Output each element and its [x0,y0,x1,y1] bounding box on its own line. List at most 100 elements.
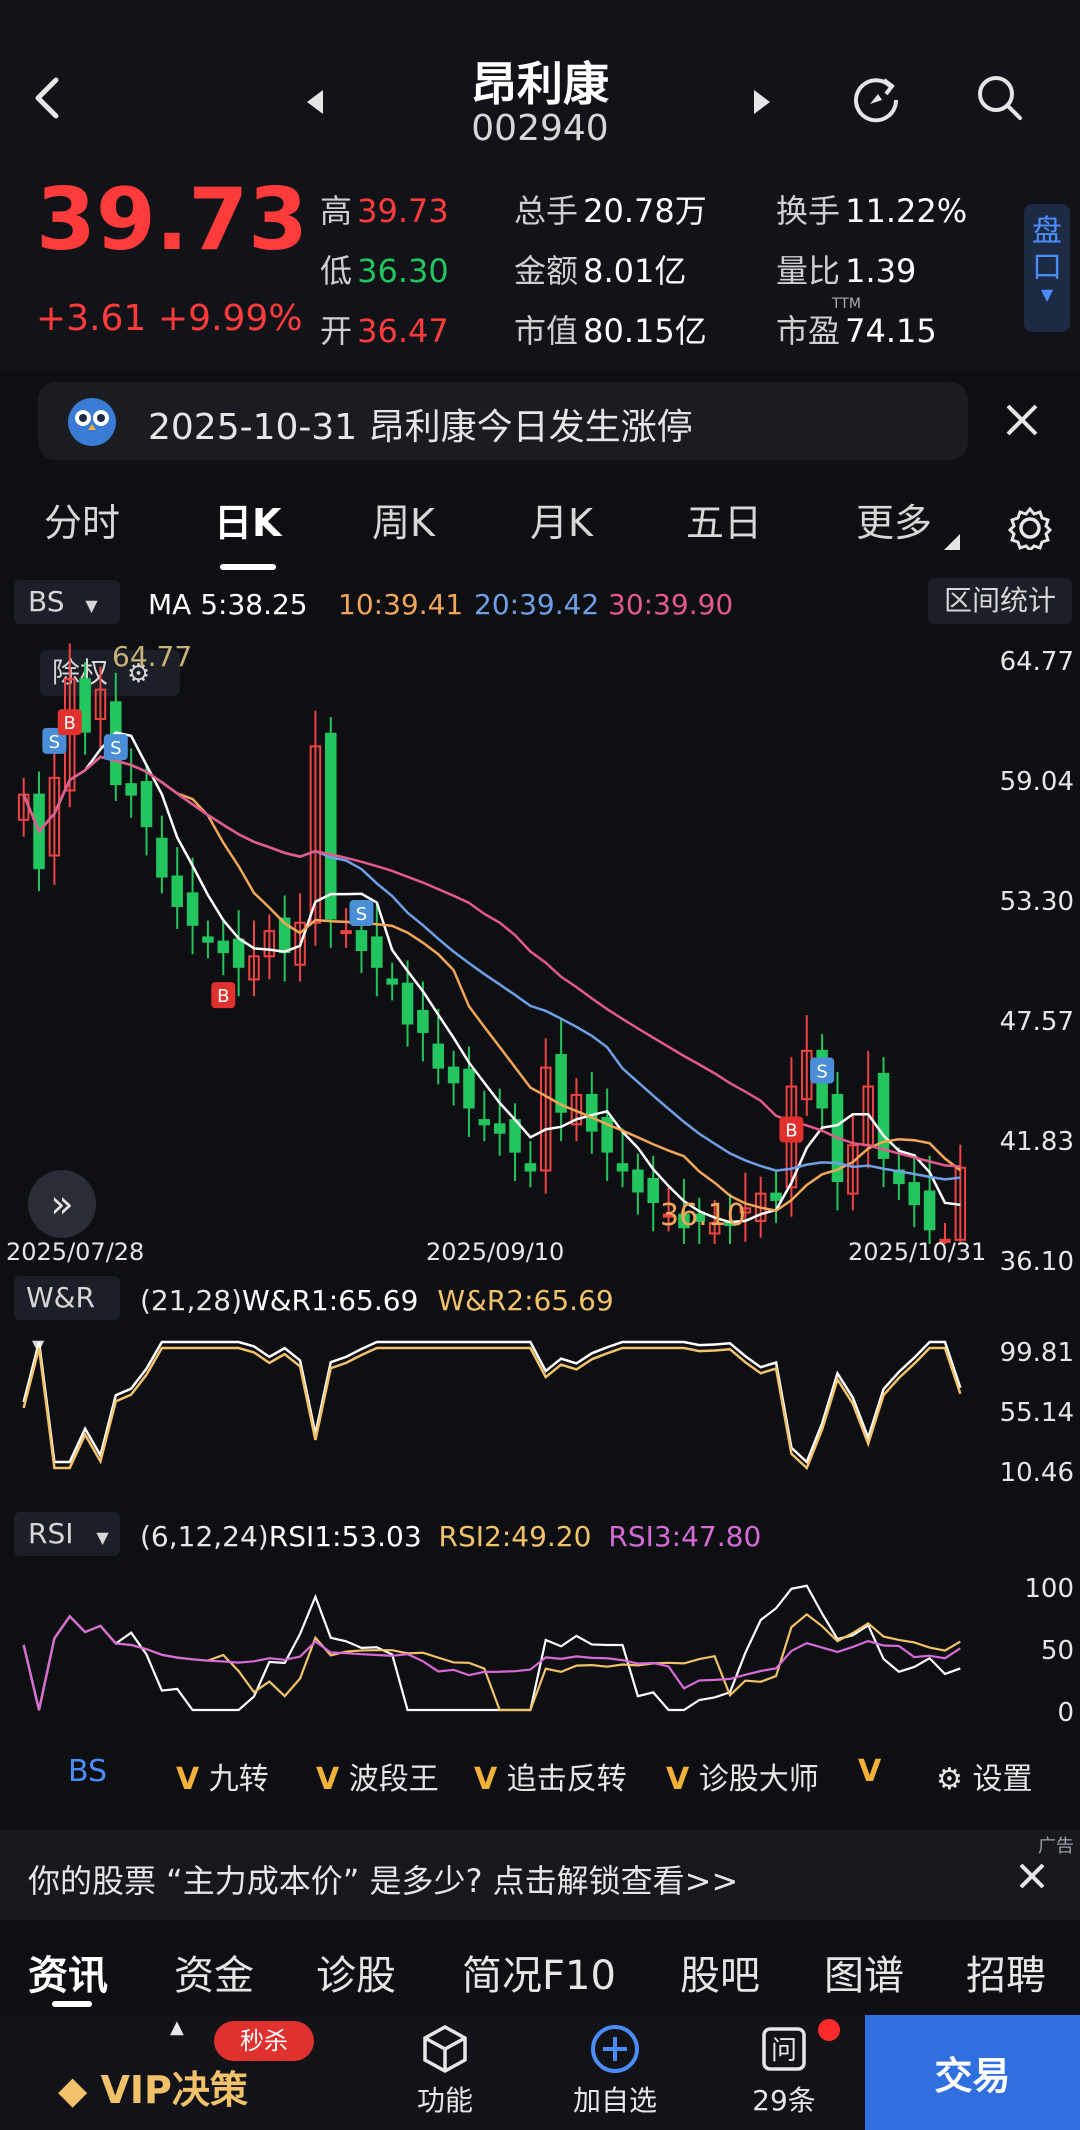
ytick: 47.57 [999,1007,1074,1037]
rsi-selector[interactable]: RSI ▼ [14,1512,120,1556]
tab-more[interactable]: 更多 [856,492,932,547]
order-book-caret-icon: ▼ [1040,285,1054,304]
trade-button[interactable]: 交易 [865,2015,1080,2130]
candle-body [877,1072,890,1159]
gear-icon[interactable] [1008,506,1052,550]
tab-daily-k[interactable]: 日K [214,492,281,547]
wr-params: (21,28)W&R1:65.69 W&R2:65.69 [140,1284,614,1317]
tab-five-day[interactable]: 五日 [686,492,762,547]
search-icon[interactable] [974,72,1026,124]
high-label: 高 [320,192,353,230]
wr-selector[interactable]: W&R ▼ [14,1276,120,1355]
candle-body [401,982,414,1025]
stock-name: 昂利康 [471,57,609,111]
tab-forum[interactable]: 股吧 [680,1943,760,2001]
main-yaxis: 64.77 59.04 53.30 47.57 41.83 36.10 [1000,642,1074,1282]
refresh-icon[interactable] [850,72,902,124]
feature-bs[interactable]: BS [68,1754,107,1789]
tab-funds[interactable]: 资金 [174,1943,254,2001]
candle-body [647,1177,659,1204]
close-ad-icon[interactable] [1018,1862,1046,1890]
candle-body [217,940,230,954]
feature-jiuzhuan[interactable]: V 九转 [176,1754,269,1798]
bottom-bar: 秒杀 ▲ ◆ VIP决策 功能 加自选 问 29条 交易 [0,2015,1080,2130]
last-price: 39.73 [36,170,309,270]
wr-selector-label: W&R [26,1281,95,1314]
tab-jobs[interactable]: 招聘 [966,1943,1046,2001]
close-notice-icon[interactable] [1004,402,1040,438]
svg-text:B: B [64,713,76,734]
ytick: 36.10 [999,1247,1074,1277]
tab-weekly-k[interactable]: 周K [372,492,435,547]
vip-button[interactable]: ◆ VIP决策 [58,2059,248,2114]
svg-text:B: B [217,986,229,1007]
tab-monthly-k[interactable]: 月K [530,492,593,547]
v-icon: V [474,1762,498,1797]
ma10-legend: 10:39.41 [338,588,464,621]
wr-chart [22,1340,962,1471]
expand-icon[interactable]: » [28,1170,96,1238]
ma5-line [22,731,961,1224]
ma10-line [22,755,962,1212]
pe-label: 市盈 [776,312,841,350]
v-icon[interactable]: V [858,1754,881,1789]
feature-zhengu-label: 诊股大师 [698,1762,819,1797]
vip-caret-icon: ▲ [170,2017,184,2038]
ytick: 100 [1024,1574,1074,1604]
candle-body [325,732,337,920]
wr1-line [22,1340,962,1465]
next-stock-icon[interactable] [752,88,772,116]
tab-news[interactable]: 资讯 [28,1943,108,2001]
feature-settings[interactable]: ⚙ 设置 [936,1754,1032,1798]
tab-diagnose[interactable]: 诊股 [316,1943,396,2001]
open-value: 36.47 [357,312,449,350]
feature-zhuiji[interactable]: V 追击反转 [474,1754,627,1798]
svg-text:S: S [356,904,367,925]
bs-selector[interactable]: BS ▼ [14,580,120,624]
pe-ttm-label: TTM [832,296,861,312]
candle-body [616,1163,629,1172]
low-value: 36.30 [357,252,449,290]
mcap-label: 市值 [514,312,579,350]
volume-ratio-value: 1.39 [845,252,917,290]
price-change-pct: +9.99% [158,298,303,339]
feature-zhengu[interactable]: V 诊股大师 [666,1754,819,1798]
candle-body [586,1093,598,1132]
candle-body [140,781,153,828]
candle-body [186,892,199,926]
candle-body [371,936,383,968]
ad-banner[interactable]: 广告 你的股票 “主力成本价” 是多少? 点击解锁查看>> [0,1830,1080,1920]
add-watchlist-button[interactable]: 加自选 [560,2023,670,2119]
tab-f10[interactable]: 简况F10 [462,1943,616,2001]
candle-body [232,938,245,968]
feature-settings-label: 设置 [972,1762,1033,1797]
ad-tag: 广告 [1038,1836,1074,1857]
sell-signal: S [103,734,128,761]
ytick: 64.77 [999,647,1074,677]
wr2-line [22,1346,962,1471]
feature-boduanwang-label: 波段王 [348,1762,439,1797]
feature-zhuiji-label: 追击反转 [506,1762,627,1797]
candle-body [770,1192,782,1201]
candle-body [386,978,398,985]
limit-up-notice[interactable]: 2025-10-31 昂利康今日发生涨停 [38,382,968,460]
candle-body [463,1068,475,1109]
range-stats-button[interactable]: 区间统计 [928,578,1072,624]
tab-graph[interactable]: 图谱 [824,1943,904,2001]
flash-sale-badge[interactable]: 秒杀 [214,2021,314,2061]
chart-area: BS ▼ MA 5:38.25 10:39.41 20:39.42 30:39.… [0,572,1080,1752]
function-button[interactable]: 功能 [400,2023,490,2119]
rsi-params-text: (6,12,24) [140,1520,269,1553]
ask-button[interactable]: 问 29条 [734,2023,834,2119]
ytick: 99.81 [999,1338,1074,1368]
ad-text: 你的股票 “主力成本价” 是多少? 点击解锁查看>> [28,1862,739,1900]
tab-intraday[interactable]: 分时 [44,492,120,547]
feature-boduanwang[interactable]: V 波段王 [316,1754,439,1798]
rsi3-line [22,1614,961,1711]
rsi3-legend: RSI3:47.80 [608,1520,762,1553]
rsi-selector-label: RSI [28,1517,74,1550]
order-book-tab[interactable]: 盘 口 ▼ [1024,204,1070,332]
quote-panel: 39.73 +3.61 +9.99% 高 39.73 低 36.30 开 36.… [0,170,1080,370]
settings-gear-icon: ⚙ [936,1762,963,1797]
svg-text:S: S [110,738,121,759]
